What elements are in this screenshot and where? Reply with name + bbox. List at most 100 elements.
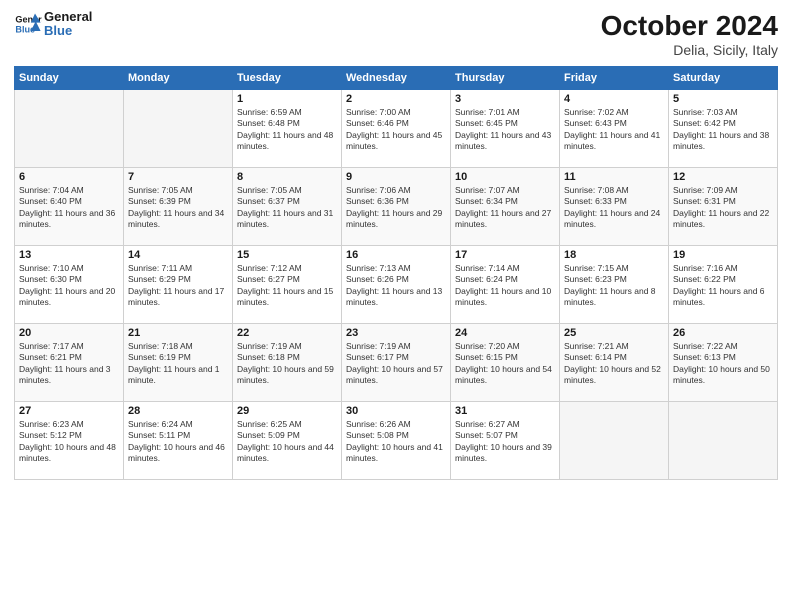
cell-content: Daylight: 10 hours and 52 minutes. (564, 364, 664, 387)
cell-content: Sunset: 6:30 PM (19, 274, 119, 285)
logo: General Blue General Blue (14, 10, 92, 39)
cell-content: Sunset: 6:39 PM (128, 196, 228, 207)
cell-content: Daylight: 11 hours and 1 minute. (128, 364, 228, 387)
day-number: 5 (673, 93, 773, 105)
day-number: 9 (346, 171, 446, 183)
col-monday: Monday (124, 67, 233, 90)
page-container: General Blue General Blue October 2024 D… (0, 0, 792, 490)
title-block: October 2024 Delia, Sicily, Italy (601, 10, 778, 58)
day-number: 4 (564, 93, 664, 105)
cell-content: Sunrise: 7:19 AM (346, 341, 446, 352)
cell-content: Sunset: 6:22 PM (673, 274, 773, 285)
cell-content: Daylight: 11 hours and 45 minutes. (346, 130, 446, 153)
calendar-cell: 24Sunrise: 7:20 AMSunset: 6:15 PMDayligh… (451, 324, 560, 402)
cell-content: Sunset: 5:07 PM (455, 430, 555, 441)
calendar-cell: 2Sunrise: 7:00 AMSunset: 6:46 PMDaylight… (342, 90, 451, 168)
cell-content: Sunset: 5:11 PM (128, 430, 228, 441)
calendar-cell: 20Sunrise: 7:17 AMSunset: 6:21 PMDayligh… (15, 324, 124, 402)
cell-content: Daylight: 11 hours and 15 minutes. (237, 286, 337, 309)
day-number: 29 (237, 405, 337, 417)
cell-content: Daylight: 10 hours and 59 minutes. (237, 364, 337, 387)
cell-content: Sunset: 6:33 PM (564, 196, 664, 207)
day-number: 21 (128, 327, 228, 339)
calendar-cell (560, 402, 669, 480)
cell-content: Daylight: 10 hours and 48 minutes. (19, 442, 119, 465)
cell-content: Sunrise: 7:05 AM (128, 185, 228, 196)
cell-content: Daylight: 11 hours and 3 minutes. (19, 364, 119, 387)
cell-content: Sunrise: 7:13 AM (346, 263, 446, 274)
cell-content: Sunrise: 7:05 AM (237, 185, 337, 196)
cell-content: Daylight: 10 hours and 57 minutes. (346, 364, 446, 387)
cell-content: Daylight: 11 hours and 24 minutes. (564, 208, 664, 231)
cell-content: Sunrise: 7:03 AM (673, 107, 773, 118)
calendar-cell: 27Sunrise: 6:23 AMSunset: 5:12 PMDayligh… (15, 402, 124, 480)
calendar-cell: 29Sunrise: 6:25 AMSunset: 5:09 PMDayligh… (233, 402, 342, 480)
col-friday: Friday (560, 67, 669, 90)
day-number: 3 (455, 93, 555, 105)
month-title: October 2024 (601, 10, 778, 42)
cell-content: Sunset: 6:24 PM (455, 274, 555, 285)
week-row-1: 1Sunrise: 6:59 AMSunset: 6:48 PMDaylight… (15, 90, 778, 168)
calendar-cell: 17Sunrise: 7:14 AMSunset: 6:24 PMDayligh… (451, 246, 560, 324)
location: Delia, Sicily, Italy (601, 42, 778, 58)
cell-content: Daylight: 10 hours and 39 minutes. (455, 442, 555, 465)
week-row-2: 6Sunrise: 7:04 AMSunset: 6:40 PMDaylight… (15, 168, 778, 246)
calendar-cell: 10 Sunrise: 7:07 AMSunset: 6:34 PMDayligh… (451, 168, 560, 246)
week-row-3: 13Sunrise: 7:10 AMSunset: 6:30 PMDayligh… (15, 246, 778, 324)
col-sunday: Sunday (15, 67, 124, 90)
cell-content: Sunset: 6:45 PM (455, 118, 555, 129)
cell-content: Sunrise: 7:19 AM (237, 341, 337, 352)
header: General Blue General Blue October 2024 D… (14, 10, 778, 58)
calendar-cell: 25Sunrise: 7:21 AMSunset: 6:14 PMDayligh… (560, 324, 669, 402)
calendar-cell: 3Sunrise: 7:01 AMSunset: 6:45 PMDaylight… (451, 90, 560, 168)
cell-content: Daylight: 11 hours and 13 minutes. (346, 286, 446, 309)
cell-content: Daylight: 11 hours and 27 minutes. (455, 208, 555, 231)
cell-content: Sunrise: 7:08 AM (564, 185, 664, 196)
calendar-cell: 18Sunrise: 7:15 AMSunset: 6:23 PMDayligh… (560, 246, 669, 324)
cell-content: Daylight: 10 hours and 44 minutes. (237, 442, 337, 465)
cell-content: Sunrise: 7:14 AM (455, 263, 555, 274)
logo-text: General (44, 10, 92, 24)
calendar-cell: 23Sunrise: 7:19 AMSunset: 6:17 PMDayligh… (342, 324, 451, 402)
calendar-cell: 9Sunrise: 7:06 AMSunset: 6:36 PMDaylight… (342, 168, 451, 246)
cell-content: Daylight: 11 hours and 41 minutes. (564, 130, 664, 153)
col-saturday: Saturday (669, 67, 778, 90)
calendar-cell (124, 90, 233, 168)
cell-content: Sunrise: 6:26 AM (346, 419, 446, 430)
day-number: 10 (455, 171, 555, 183)
cell-content: Sunset: 6:40 PM (19, 196, 119, 207)
cell-content: Sunset: 6:37 PM (237, 196, 337, 207)
cell-content: Sunrise: 7:18 AM (128, 341, 228, 352)
cell-content: Sunrise: 7:06 AM (346, 185, 446, 196)
calendar-cell (669, 402, 778, 480)
cell-content: Sunrise: 7:10 AM (19, 263, 119, 274)
day-number: 31 (455, 405, 555, 417)
cell-content: Daylight: 10 hours and 46 minutes. (128, 442, 228, 465)
cell-content: Sunset: 6:31 PM (673, 196, 773, 207)
calendar-cell: 4Sunrise: 7:02 AMSunset: 6:43 PMDaylight… (560, 90, 669, 168)
cell-content: Sunrise: 7:16 AM (673, 263, 773, 274)
calendar-cell: 6 Sunrise: 7:04 AMSunset: 6:40 PMDaylight… (15, 168, 124, 246)
week-row-4: 20Sunrise: 7:17 AMSunset: 6:21 PMDayligh… (15, 324, 778, 402)
cell-content: Sunrise: 6:59 AM (237, 107, 337, 118)
cell-content: Daylight: 11 hours and 36 minutes. (19, 208, 119, 231)
day-number: 24 (455, 327, 555, 339)
cell-content: Sunrise: 7:02 AM (564, 107, 664, 118)
cell-content: Sunrise: 7:22 AM (673, 341, 773, 352)
cell-content: Sunset: 6:46 PM (346, 118, 446, 129)
cell-content: Daylight: 11 hours and 22 minutes. (673, 208, 773, 231)
cell-content: Sunset: 6:21 PM (19, 352, 119, 363)
header-row: Sunday Monday Tuesday Wednesday Thursday… (15, 67, 778, 90)
day-number: 8 (237, 171, 337, 183)
cell-content: Sunrise: 7:20 AM (455, 341, 555, 352)
day-number: 20 (19, 327, 119, 339)
cell-content: Sunset: 6:14 PM (564, 352, 664, 363)
cell-content: Sunrise: 7:07 AM (455, 185, 555, 196)
calendar-cell (15, 90, 124, 168)
cell-content: Daylight: 11 hours and 8 minutes. (564, 286, 664, 309)
cell-content: Daylight: 11 hours and 29 minutes. (346, 208, 446, 231)
cell-content: Sunset: 6:34 PM (455, 196, 555, 207)
cell-content: Sunrise: 7:04 AM (19, 185, 119, 196)
cell-content: Daylight: 11 hours and 10 minutes. (455, 286, 555, 309)
day-number: 6 (19, 171, 119, 183)
